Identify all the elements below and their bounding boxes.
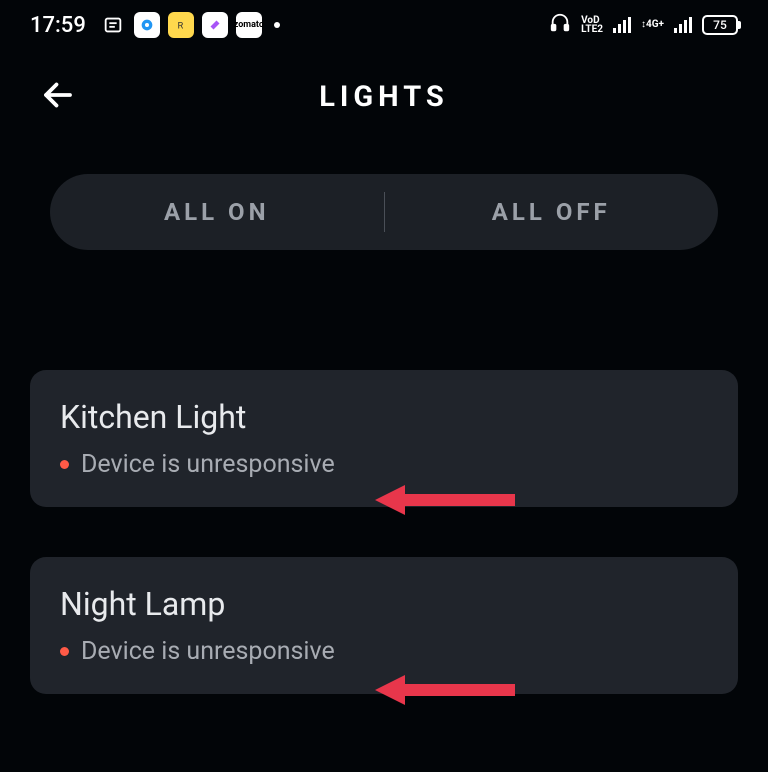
- signal-icon-1: [613, 17, 631, 33]
- all-toggle-group: ALL ON ALL OFF: [50, 174, 718, 250]
- page-title: LIGHTS: [40, 80, 728, 114]
- app-icon-3: [202, 12, 228, 38]
- status-time: 17:59: [30, 13, 86, 38]
- signal-icon-2: [674, 17, 692, 33]
- device-status-row: Device is unresponsive: [60, 637, 708, 666]
- more-notifications-icon: [274, 22, 280, 28]
- all-off-button[interactable]: ALL OFF: [385, 178, 719, 246]
- svg-text:R: R: [177, 21, 183, 32]
- 4g-indicator: ↕4G+: [641, 20, 664, 30]
- message-icon: [100, 12, 126, 38]
- page-header: LIGHTS: [0, 50, 768, 134]
- device-name: Kitchen Light: [60, 398, 708, 436]
- app-icon-1: [134, 12, 160, 38]
- app-icon-2: R: [168, 12, 194, 38]
- status-right: VoDLTE2 ↕4G+ 75: [549, 12, 738, 38]
- all-on-button[interactable]: ALL ON: [50, 178, 384, 246]
- app-icon-4: zomato: [236, 12, 262, 38]
- device-status-text: Device is unresponsive: [81, 637, 335, 666]
- device-card-night-lamp[interactable]: Night Lamp Device is unresponsive: [30, 557, 738, 694]
- device-status-text: Device is unresponsive: [81, 450, 335, 479]
- volte-indicator: VoDLTE2: [581, 16, 603, 34]
- device-list: Kitchen Light Device is unresponsive Nig…: [0, 370, 768, 694]
- headphone-icon: [549, 12, 571, 38]
- status-indicator-icon: [60, 460, 69, 469]
- battery-icon: 75: [702, 15, 738, 35]
- device-card-kitchen-light[interactable]: Kitchen Light Device is unresponsive: [30, 370, 738, 507]
- status-indicator-icon: [60, 647, 69, 656]
- status-left: 17:59 R zomato: [30, 12, 280, 38]
- device-name: Night Lamp: [60, 585, 708, 623]
- device-status-row: Device is unresponsive: [60, 450, 708, 479]
- back-button[interactable]: [40, 77, 76, 117]
- status-bar: 17:59 R zomato VoDLTE2: [0, 0, 768, 50]
